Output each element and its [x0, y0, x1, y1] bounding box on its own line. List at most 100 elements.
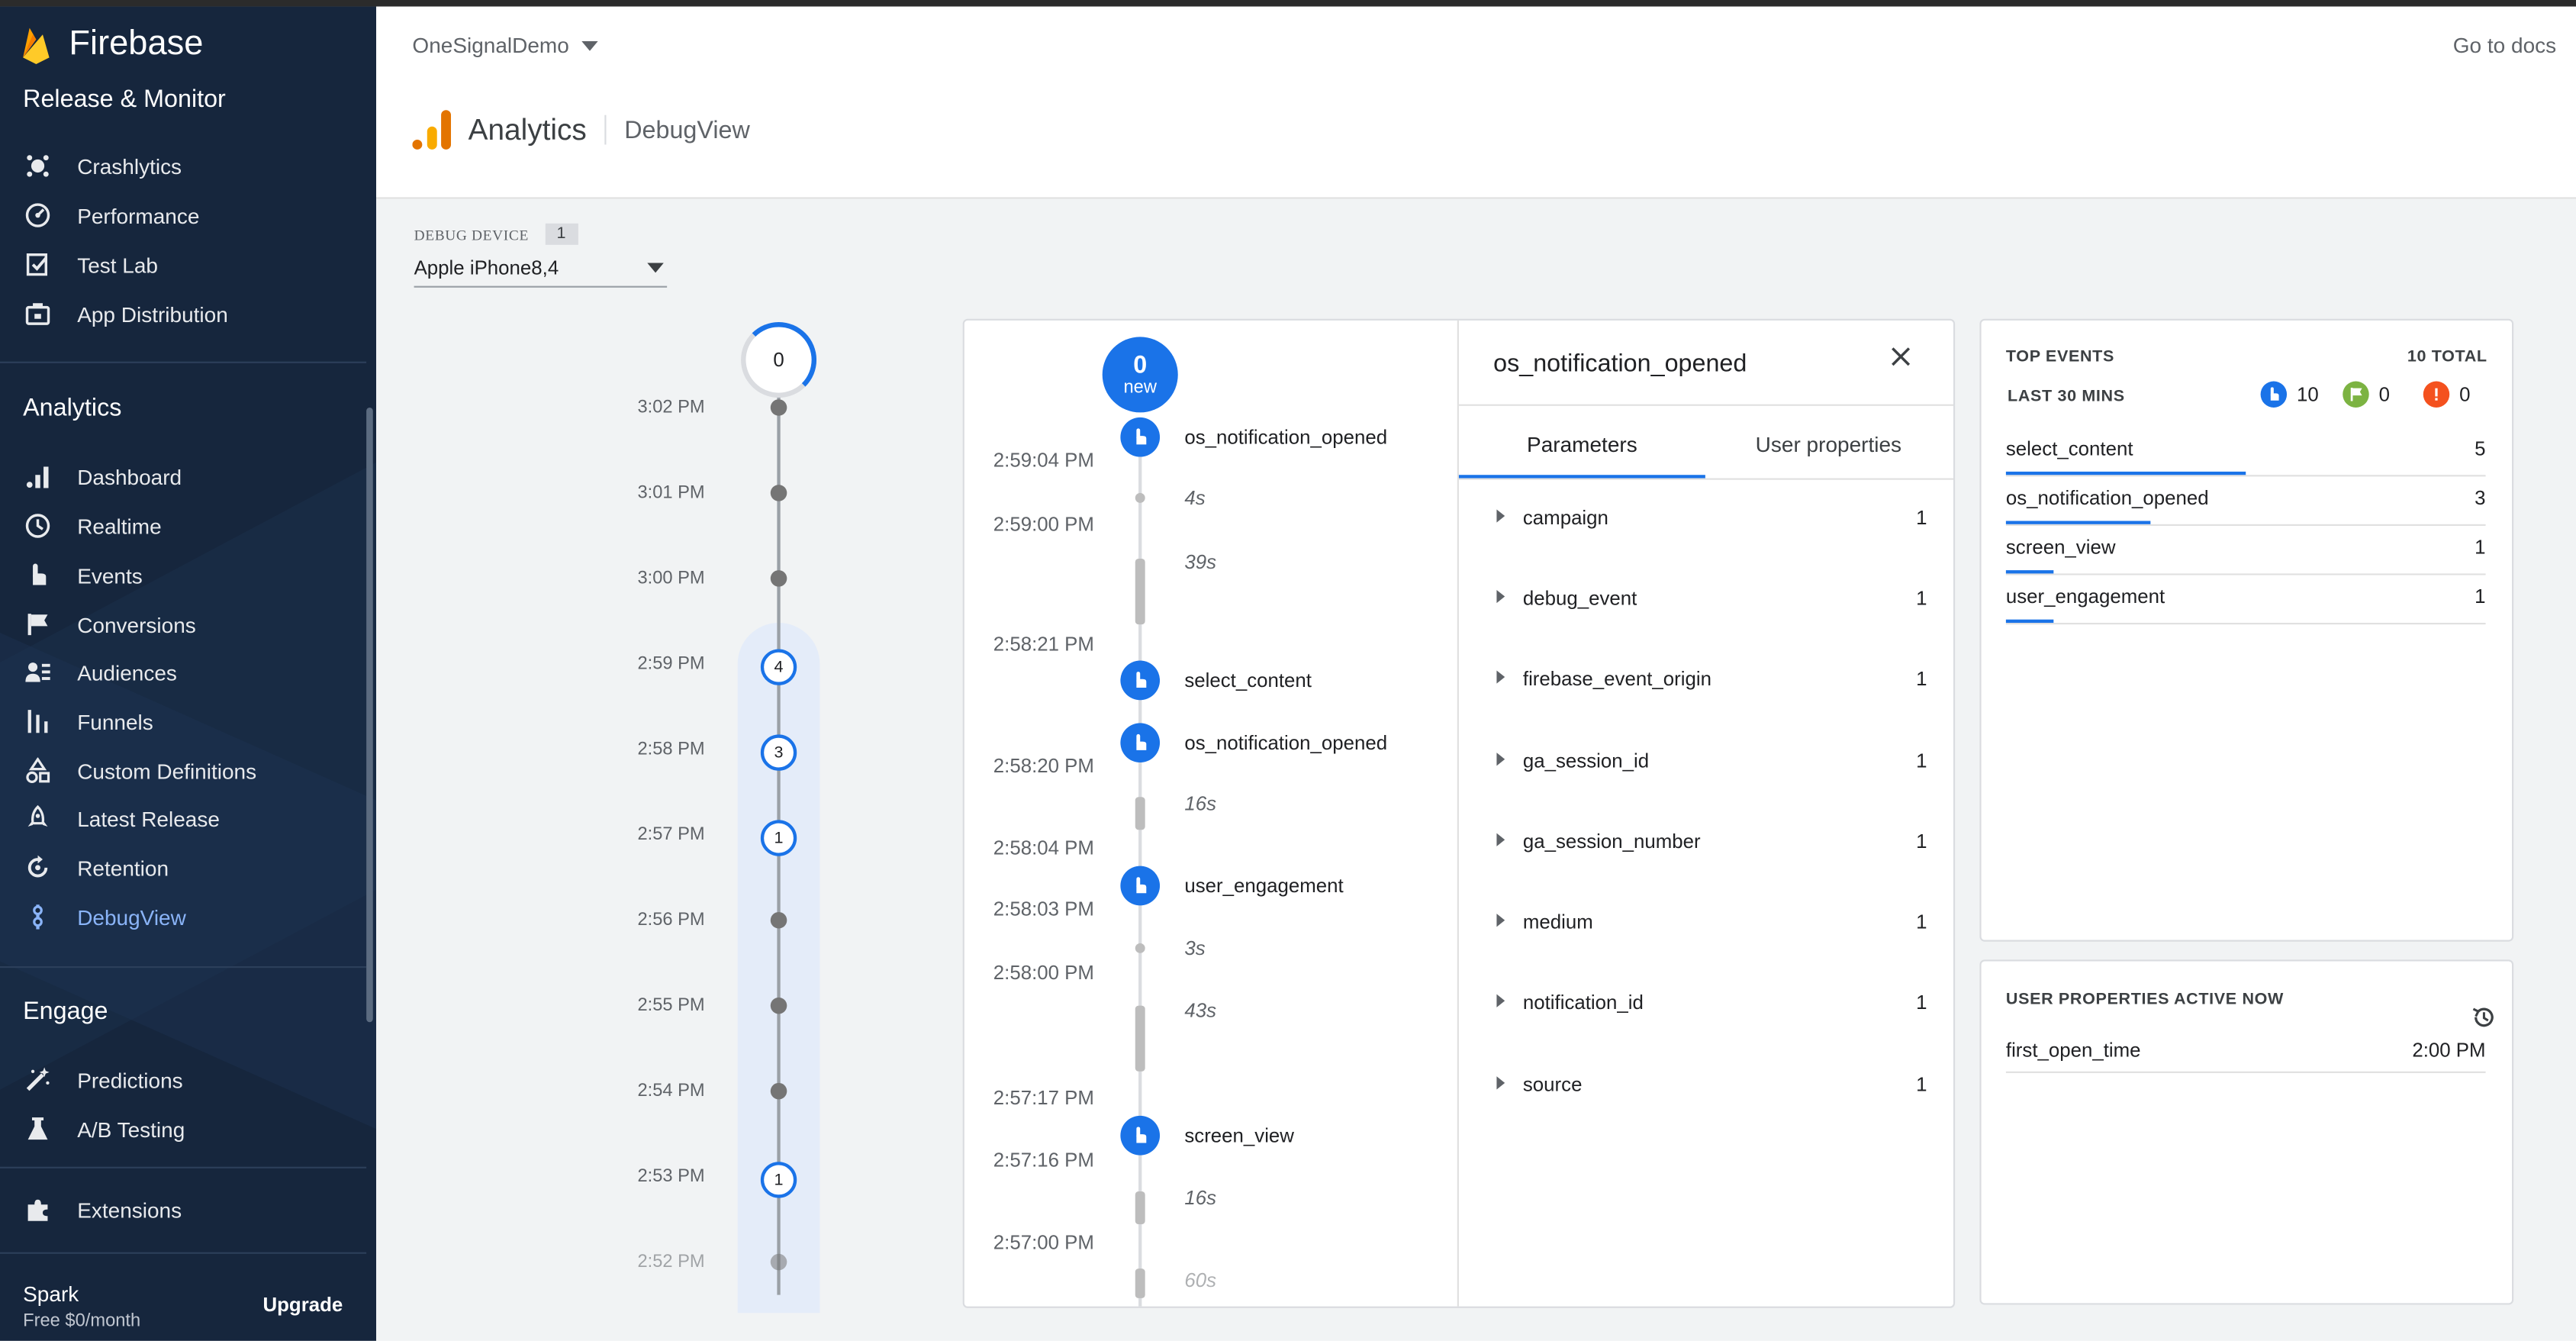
sidebar-item-realtime[interactable]: Realtime: [23, 508, 162, 543]
minute-time-label: 3:00 PM: [637, 568, 705, 588]
minute-time-label: 2:53 PM: [637, 1166, 705, 1187]
parameter-row[interactable]: source 1: [1459, 1068, 1953, 1101]
analytics-heading[interactable]: Analytics: [23, 395, 121, 423]
minute-event-count[interactable]: 4: [760, 649, 797, 685]
user-property-row[interactable]: first_open_time 2:00 PM: [2005, 1033, 2486, 1073]
event-touch-icon[interactable]: [1120, 417, 1161, 457]
minute-dot[interactable]: [770, 399, 787, 416]
event-touch-icon[interactable]: [1120, 1115, 1161, 1156]
top-event-row[interactable]: os_notification_opened 3: [2005, 475, 2486, 526]
event-name[interactable]: user_engagement: [1184, 874, 1343, 897]
minute-event-count[interactable]: 3: [760, 734, 797, 771]
sidebar-item-events[interactable]: Events: [23, 557, 143, 593]
parameter-row[interactable]: debug_event 1: [1459, 582, 1953, 614]
minute-time-label: 2:55 PM: [637, 995, 705, 1016]
clock-icon: [23, 511, 53, 541]
firebase-brand[interactable]: Firebase: [20, 23, 204, 66]
minute-dot[interactable]: [770, 1253, 787, 1271]
sidebar-item-crashlytics[interactable]: Crashlytics: [23, 148, 182, 184]
sidebar-item-app-distribution[interactable]: App Distribution: [23, 296, 228, 332]
event-touch-icon[interactable]: [1120, 660, 1161, 701]
event-name[interactable]: os_notification_opened: [1184, 731, 1387, 754]
minute-dot[interactable]: [770, 997, 787, 1014]
event-touch-icon[interactable]: [1120, 723, 1161, 763]
expand-arrow-icon[interactable]: [1496, 994, 1505, 1007]
expand-arrow-icon[interactable]: [1496, 753, 1505, 766]
expand-arrow-icon[interactable]: [1496, 589, 1505, 604]
parameter-name: firebase_event_origin: [1522, 667, 1711, 691]
parameter-row[interactable]: campaign 1: [1459, 501, 1953, 534]
current-minute-counter[interactable]: 0: [741, 321, 817, 398]
project-selector[interactable]: OneSignalDemo: [412, 33, 599, 57]
expand-arrow-icon[interactable]: [1496, 509, 1505, 523]
new-events-bubble[interactable]: 0 new: [1102, 337, 1178, 413]
minute-dot[interactable]: [770, 570, 787, 587]
top-event-row[interactable]: user_engagement 1: [2005, 573, 2486, 625]
sidebar-item-label: Crashlytics: [77, 153, 182, 179]
engage-heading[interactable]: Engage: [23, 998, 108, 1026]
sidebar-item-label: Events: [77, 563, 143, 588]
chevron-down-icon: [582, 40, 599, 50]
upgrade-button[interactable]: Upgrade: [262, 1293, 343, 1316]
top-strip: [0, 0, 2576, 7]
tab-parameters[interactable]: Parameters: [1459, 432, 1705, 456]
minute-dot[interactable]: [770, 911, 787, 929]
debug-icon: [23, 902, 53, 932]
sidebar-item-conversions[interactable]: Conversions: [23, 606, 196, 642]
minute-dot[interactable]: [770, 485, 787, 501]
parameter-row[interactable]: medium 1: [1459, 905, 1953, 938]
tab-divider: [1458, 478, 1953, 480]
parameter-row[interactable]: firebase_event_origin 1: [1459, 662, 1953, 695]
parameter-row[interactable]: ga_session_id 1: [1459, 744, 1953, 777]
top-event-row[interactable]: screen_view 1: [2005, 524, 2486, 575]
sidebar-item-audiences[interactable]: Audiences: [23, 654, 177, 690]
minute-event-count[interactable]: 1: [760, 1162, 797, 1198]
sidebar-item-custom-definitions[interactable]: Custom Definitions: [23, 753, 256, 788]
sidebar-item-ab-testing[interactable]: A/B Testing: [23, 1111, 185, 1146]
sidebar-item-predictions[interactable]: Predictions: [23, 1062, 183, 1098]
parameter-name: debug_event: [1522, 586, 1637, 610]
go-to-docs-link[interactable]: Go to docs: [2453, 33, 2556, 57]
history-icon[interactable]: [2471, 1004, 2497, 1030]
sidebar-item-label: Extensions: [77, 1197, 182, 1222]
tab-user-properties[interactable]: User properties: [1705, 432, 1952, 456]
sidebar-scrollbar[interactable]: [366, 407, 373, 1023]
sidebar-item-label: Realtime: [77, 513, 162, 539]
page-header: OneSignalDemo Go to docs Analytics Debug…: [376, 6, 2576, 199]
expand-arrow-icon[interactable]: [1496, 914, 1505, 927]
top-event-name: os_notification_opened: [2005, 486, 2209, 510]
minute-count-value: 3: [774, 743, 784, 762]
seconds-rail: [1138, 419, 1142, 1307]
sidebar-item-performance[interactable]: Performance: [23, 197, 199, 233]
expand-arrow-icon[interactable]: [1496, 670, 1505, 684]
time-gap-bar: [1135, 1005, 1145, 1072]
minute-event-count[interactable]: 1: [760, 820, 797, 856]
event-name[interactable]: select_content: [1184, 669, 1312, 691]
parameter-row[interactable]: notification_id 1: [1459, 986, 1953, 1019]
minute-dot[interactable]: [770, 1082, 787, 1100]
expand-arrow-icon[interactable]: [1496, 833, 1505, 846]
sidebar-item-extensions[interactable]: Extensions: [23, 1191, 182, 1227]
time-gap-bar: [1135, 1268, 1145, 1298]
time-gap-label: 3s: [1184, 936, 1206, 960]
sidebar-item-label: DebugView: [77, 904, 186, 930]
top-event-row[interactable]: select_content 5: [2005, 426, 2486, 477]
plan-name: Spark: [23, 1281, 79, 1307]
event-name[interactable]: screen_view: [1184, 1124, 1294, 1147]
sidebar-item-retention[interactable]: Retention: [23, 849, 169, 885]
sidebar-item-debugview[interactable]: DebugView: [23, 899, 186, 935]
sidebar-item-funnels[interactable]: Funnels: [23, 704, 153, 740]
parameter-row[interactable]: ga_session_number 1: [1459, 825, 1953, 858]
event-touch-icon[interactable]: [1120, 866, 1161, 906]
event-name[interactable]: os_notification_opened: [1184, 426, 1387, 449]
close-icon[interactable]: [1888, 343, 1914, 369]
minutes-stream: 0 3:02 PM 3:01 PM 3:00 PM 2:59 PM 4 2:58 PM 3 2…: [376, 199, 952, 1341]
sidebar-item-test-lab[interactable]: Test Lab: [23, 247, 158, 282]
sidebar-item-latest-release[interactable]: Latest Release: [23, 801, 220, 837]
seconds-time-label: 2:57:00 PM: [993, 1230, 1094, 1254]
test-lab-icon: [23, 250, 53, 279]
sidebar-item-dashboard[interactable]: Dashboard: [23, 459, 182, 495]
event-panel: 0 new 2:59:04 PM 2:59:00 PM 2:58:21 PM 2:58…: [962, 318, 1956, 1308]
minute-count-value: 1: [774, 1171, 784, 1189]
expand-arrow-icon[interactable]: [1496, 1076, 1505, 1090]
